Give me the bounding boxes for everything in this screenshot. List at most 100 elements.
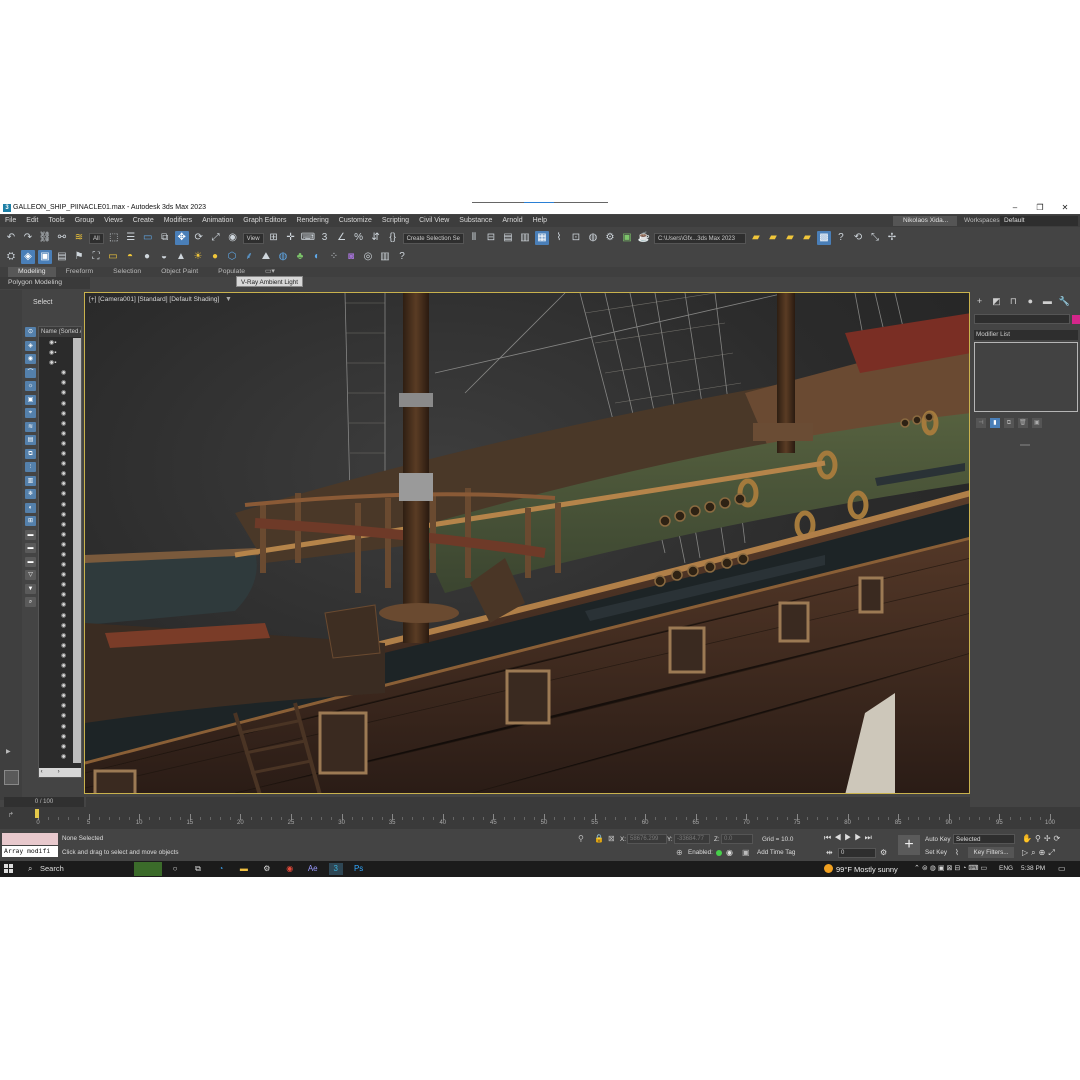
toggle-ribbon-icon[interactable]: ▦ [534, 231, 549, 245]
visibility-eye-icon[interactable]: ◉ [61, 441, 66, 447]
scene-explorer-row[interactable]: ◉ [39, 550, 73, 560]
maxscript-listener-output[interactable]: Array modifi [2, 846, 58, 857]
visibility-eye-icon[interactable]: ◉ [61, 552, 66, 558]
x-coordinate-field[interactable]: 58676.299 [627, 834, 667, 844]
visibility-eye-icon[interactable]: ◉ [61, 693, 66, 699]
visibility-eye-icon[interactable]: ◉ [61, 562, 66, 568]
vray-sphere-light-icon[interactable]: ● [140, 250, 154, 264]
visibility-eye-icon[interactable]: ◉ [61, 602, 66, 608]
display-children-icon[interactable]: ⊞ [25, 516, 36, 526]
sync-icon[interactable]: ⟲ [851, 231, 865, 245]
layer-add-icon[interactable]: ▬ [25, 543, 36, 553]
visibility-eye-icon[interactable]: ◉ [61, 542, 66, 548]
filter-icon[interactable]: ▼ [25, 583, 36, 594]
visibility-eye-icon[interactable]: ◉ [61, 673, 66, 679]
scene-explorer-row[interactable]: ◉▪ [39, 338, 73, 348]
scene-explorer-row[interactable]: ◉ [39, 611, 73, 621]
cortana-icon[interactable]: ○ [168, 863, 182, 875]
undo-icon[interactable]: ↶ [4, 231, 18, 245]
schematic-view-icon[interactable]: ⊡ [569, 231, 583, 245]
viewport-label[interactable]: [+] [Camera001] [Standard] [Default Shad… [89, 296, 219, 303]
reference-coordinate-dropdown[interactable]: View [242, 232, 264, 244]
key-filters-button[interactable]: Key Filters... [968, 847, 1014, 858]
scene-explorer-row[interactable]: ◉ [39, 631, 73, 641]
bind-spacewarp-icon[interactable]: ≋ [72, 231, 86, 245]
display-none-icon[interactable]: ⊙ [25, 327, 36, 337]
display-hidden-icon[interactable]: ◐ [25, 502, 36, 513]
set-key-button[interactable]: Set Key [925, 849, 947, 856]
menu-modifiers[interactable]: Modifiers [159, 215, 197, 227]
display-xrefs-icon[interactable]: ⧉ [25, 448, 36, 459]
scene-explorer-row[interactable]: ◉ [39, 711, 73, 721]
key-selection-dropdown[interactable]: Selected [953, 834, 1015, 844]
workspace-dropdown[interactable]: Default [1000, 216, 1078, 226]
remove-modifier-icon[interactable]: 🗑 [1017, 418, 1028, 428]
menu-substance[interactable]: Substance [454, 215, 497, 227]
menu-help[interactable]: Help [528, 215, 552, 227]
spinner-snap-icon[interactable]: ⇵ [369, 231, 383, 245]
scene-explorer-column-header[interactable]: Name (Sorted A [39, 327, 81, 337]
display-groups-icon[interactable]: ▤ [25, 435, 36, 445]
visibility-eye-icon[interactable]: ◉ [61, 663, 66, 669]
visibility-eye-icon[interactable]: ◉ [61, 623, 66, 629]
tab-modeling[interactable]: Modeling [8, 267, 56, 277]
visibility-eye-icon[interactable]: ◉ [61, 754, 66, 760]
restore-button[interactable]: ❐ [1028, 202, 1052, 214]
folder-icon[interactable]: ▰ [800, 231, 814, 245]
edit-named-selection-icon[interactable]: {} [386, 231, 400, 245]
link-icon[interactable]: ⛓ [38, 231, 52, 245]
scene-explorer-row[interactable]: ◉ [39, 540, 73, 550]
scene-explorer-row[interactable]: ◉ [39, 661, 73, 671]
extra-tool-2-icon[interactable]: ✢ [885, 231, 899, 245]
visibility-eye-icon[interactable]: ◉ [61, 522, 66, 528]
layer-explorer-icon[interactable]: ▥ [518, 231, 532, 245]
visibility-eye-icon[interactable]: ◉ [61, 734, 66, 740]
menu-tools[interactable]: Tools [43, 215, 69, 227]
make-unique-icon[interactable]: ⧉ [1003, 418, 1014, 428]
add-time-tag-icon[interactable]: ▣ [742, 848, 750, 857]
viewport-nav-top-icons[interactable]: ✋⚲✢⟳ [1022, 834, 1063, 843]
save-file-icon[interactable]: ▰ [766, 231, 780, 245]
visibility-eye-icon[interactable]: ◉ [61, 633, 66, 639]
visibility-eye-icon[interactable]: ◉▪ [49, 360, 56, 366]
scene-explorer-row[interactable]: ◉ [39, 600, 73, 610]
scene-explorer-horizontal-scrollbar[interactable]: ‹ › [39, 768, 81, 777]
photoshop-icon[interactable]: Ps [352, 863, 366, 875]
add-time-tag[interactable]: Add Time Tag [757, 849, 795, 856]
vray-help-icon[interactable]: ? [395, 250, 409, 264]
isolate-selection-icon[interactable]: ⚲ [578, 834, 584, 843]
menu-edit[interactable]: Edit [21, 215, 43, 227]
display-spacewarps-icon[interactable]: ≋ [25, 421, 36, 432]
display-containers-icon[interactable]: ▥ [25, 475, 36, 486]
viewport-filter-icon[interactable]: ▼ [225, 296, 232, 303]
select-object-icon[interactable]: ⬚ [107, 231, 121, 245]
viewport-navigator-icon[interactable] [4, 770, 19, 785]
render-setup-icon[interactable]: ⚙ [603, 231, 617, 245]
visibility-eye-icon[interactable]: ◉ [61, 471, 66, 477]
visibility-eye-icon[interactable]: ◉ [61, 390, 66, 396]
vray-plane-light-icon[interactable]: ▭ [106, 250, 120, 264]
menu-arnold[interactable]: Arnold [497, 215, 527, 227]
vray-dome-light-icon[interactable]: ◓ [123, 250, 137, 264]
after-effects-icon[interactable]: Ae [306, 863, 320, 875]
visibility-eye-icon[interactable]: ◉ [61, 481, 66, 487]
set-keys-button[interactable]: + [898, 835, 920, 855]
display-lights-icon[interactable]: ☼ [25, 381, 36, 391]
visibility-eye-icon[interactable]: ◉ [61, 744, 66, 750]
scene-explorer-icon[interactable]: ▤ [501, 231, 515, 245]
redo-icon[interactable]: ↷ [21, 231, 35, 245]
settings-icon[interactable]: ⚙ [260, 863, 274, 875]
scene-explorer-row[interactable]: ◉ [39, 399, 73, 409]
scene-explorer-row[interactable]: ◉ [39, 681, 73, 691]
weather-widget[interactable]: 99°F Mostly sunny [824, 864, 898, 874]
scene-explorer-row[interactable]: ◉▪ [39, 358, 73, 368]
vray-light-lister-icon[interactable]: ⚑ [72, 250, 86, 264]
display-all-icon[interactable]: ◈ [25, 340, 36, 351]
viewport-nav-bottom-icons[interactable]: ▷⌕⊕⤢ [1022, 848, 1058, 858]
vray-layout-icon[interactable]: ▥ [378, 250, 392, 264]
rendered-frame-icon[interactable]: ▣ [620, 231, 634, 245]
scene-explorer-row[interactable]: ◉ [39, 752, 73, 762]
menu-customize[interactable]: Customize [334, 215, 377, 227]
show-end-result-icon[interactable]: ▮ [989, 418, 1000, 428]
vray-lister-icon[interactable]: ⁘ [327, 250, 341, 264]
